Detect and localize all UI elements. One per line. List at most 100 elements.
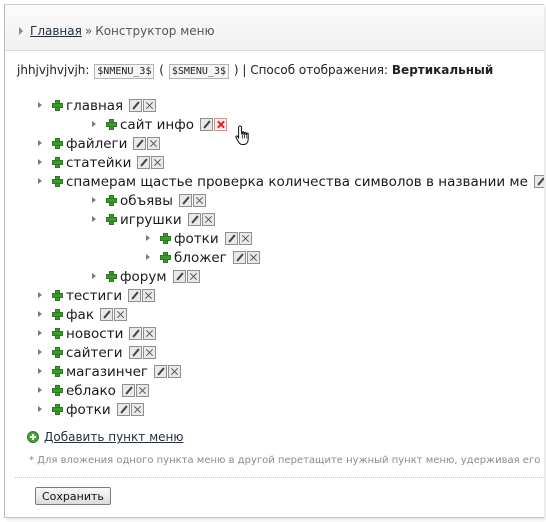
add-subitem-plus-icon[interactable] (52, 384, 63, 396)
add-subitem-plus-icon[interactable] (52, 175, 63, 187)
add-subitem-plus-icon[interactable] (52, 327, 63, 339)
menu-item-label[interactable]: спамерам щастье проверка количества симв… (66, 174, 528, 190)
edit-pencil-icon[interactable] (128, 288, 142, 302)
edit-pencil-icon[interactable] (200, 117, 214, 131)
drag-handle-arrow-icon[interactable] (38, 178, 42, 184)
add-subitem-plus-icon[interactable] (52, 156, 63, 168)
drag-handle-arrow-icon[interactable] (92, 197, 96, 203)
add-subitem-plus-icon[interactable] (106, 270, 117, 282)
edit-pencil-icon[interactable] (153, 364, 167, 378)
delete-x-icon[interactable] (214, 117, 228, 131)
menu-tree-item[interactable]: фак (38, 306, 127, 325)
menu-tree-item[interactable]: сайт инфо (92, 116, 228, 135)
drag-handle-arrow-icon[interactable] (38, 311, 42, 317)
collapse-arrow-icon[interactable] (19, 27, 23, 35)
delete-x-icon[interactable] (167, 364, 181, 378)
add-subitem-plus-icon[interactable] (52, 99, 63, 111)
menu-tree-item[interactable]: статейки (38, 154, 165, 173)
delete-x-icon[interactable] (147, 136, 161, 150)
edit-pencil-icon[interactable] (232, 250, 246, 264)
menu-tree-item[interactable]: бложег (146, 249, 260, 268)
drag-handle-arrow-icon[interactable] (38, 140, 42, 146)
menu-tree-item[interactable]: файлеги (38, 135, 161, 154)
add-subitem-plus-icon[interactable] (52, 308, 63, 320)
drag-handle-arrow-icon[interactable] (38, 349, 42, 355)
add-subitem-plus-icon[interactable] (106, 194, 117, 206)
menu-item-label[interactable]: новости (66, 326, 123, 342)
edit-pencil-icon[interactable] (99, 307, 113, 321)
edit-pencil-icon[interactable] (224, 231, 238, 245)
add-menu-item-link[interactable]: Добавить пункт меню (44, 430, 183, 444)
drag-handle-arrow-icon[interactable] (38, 387, 42, 393)
drag-handle-arrow-icon[interactable] (38, 102, 42, 108)
menu-tree-item[interactable]: новости (38, 325, 157, 344)
menu-tree-item[interactable]: тестиги (38, 287, 156, 306)
menu-item-label[interactable]: сайт инфо (120, 117, 194, 133)
edit-pencil-icon[interactable] (178, 193, 192, 207)
edit-pencil-icon[interactable] (533, 174, 544, 188)
menu-tree-item[interactable]: еблако (38, 382, 149, 401)
add-subitem-plus-icon[interactable] (52, 137, 63, 149)
delete-x-icon[interactable] (143, 98, 157, 112)
add-subitem-plus-icon[interactable] (160, 251, 171, 263)
delete-x-icon[interactable] (201, 212, 215, 226)
menu-item-label[interactable]: фак (66, 307, 94, 323)
delete-x-icon[interactable] (151, 155, 165, 169)
delete-x-icon[interactable] (130, 402, 144, 416)
delete-x-icon[interactable] (135, 383, 149, 397)
menu-tree-item[interactable]: главная (38, 97, 157, 116)
drag-handle-arrow-icon[interactable] (38, 330, 42, 336)
edit-pencil-icon[interactable] (121, 383, 135, 397)
menu-item-label[interactable]: фотки (66, 402, 111, 418)
menu-tree-item[interactable]: форум (92, 268, 200, 287)
menu-item-label[interactable]: магазинчег (66, 364, 148, 380)
delete-x-icon[interactable] (142, 345, 156, 359)
delete-x-icon[interactable] (246, 250, 260, 264)
add-subitem-plus-icon[interactable] (106, 213, 117, 225)
delete-x-icon[interactable] (238, 231, 252, 245)
edit-pencil-icon[interactable] (187, 212, 201, 226)
delete-x-icon[interactable] (186, 269, 200, 283)
edit-pencil-icon[interactable] (129, 98, 143, 112)
menu-item-label[interactable]: бложег (174, 250, 227, 266)
drag-handle-arrow-icon[interactable] (38, 292, 42, 298)
drag-handle-arrow-icon[interactable] (146, 235, 150, 241)
drag-handle-arrow-icon[interactable] (38, 406, 42, 412)
menu-tree-item[interactable]: фотки (146, 230, 252, 249)
add-subitem-plus-icon[interactable] (160, 232, 171, 244)
save-button[interactable]: Сохранить (35, 487, 111, 505)
add-circle-icon[interactable] (27, 430, 39, 443)
menu-item-label[interactable]: объявы (120, 193, 173, 209)
add-subitem-plus-icon[interactable] (52, 365, 63, 377)
drag-handle-arrow-icon[interactable] (92, 273, 96, 279)
menu-item-label[interactable]: форум (120, 269, 167, 285)
edit-pencil-icon[interactable] (128, 345, 142, 359)
menu-item-label[interactable]: игрушки (120, 212, 182, 228)
menu-tree-item[interactable]: магазинчег (38, 363, 181, 382)
edit-pencil-icon[interactable] (116, 402, 130, 416)
edit-pencil-icon[interactable] (172, 269, 186, 283)
breadcrumb-home-link[interactable]: Главная (30, 24, 82, 38)
drag-handle-arrow-icon[interactable] (146, 254, 150, 260)
add-subitem-plus-icon[interactable] (52, 289, 63, 301)
menu-item-label[interactable]: еблако (66, 383, 116, 399)
edit-pencil-icon[interactable] (133, 136, 147, 150)
delete-x-icon[interactable] (113, 307, 127, 321)
delete-x-icon[interactable] (192, 193, 206, 207)
menu-item-label[interactable]: главная (66, 98, 123, 114)
menu-item-label[interactable]: сайтеги (66, 345, 123, 361)
drag-handle-arrow-icon[interactable] (38, 159, 42, 165)
menu-item-label[interactable]: статейки (66, 155, 131, 171)
menu-tree-item[interactable]: сайтеги (38, 344, 156, 363)
edit-pencil-icon[interactable] (137, 155, 151, 169)
drag-handle-arrow-icon[interactable] (92, 216, 96, 222)
menu-item-label[interactable]: фотки (174, 231, 219, 247)
edit-pencil-icon[interactable] (129, 326, 143, 340)
delete-x-icon[interactable] (143, 326, 157, 340)
add-subitem-plus-icon[interactable] (52, 403, 63, 415)
menu-item-label[interactable]: файлеги (66, 136, 127, 152)
menu-item-label[interactable]: тестиги (66, 288, 122, 304)
add-subitem-plus-icon[interactable] (106, 118, 117, 130)
menu-tree-item[interactable]: игрушки (92, 211, 215, 230)
delete-x-icon[interactable] (142, 288, 156, 302)
